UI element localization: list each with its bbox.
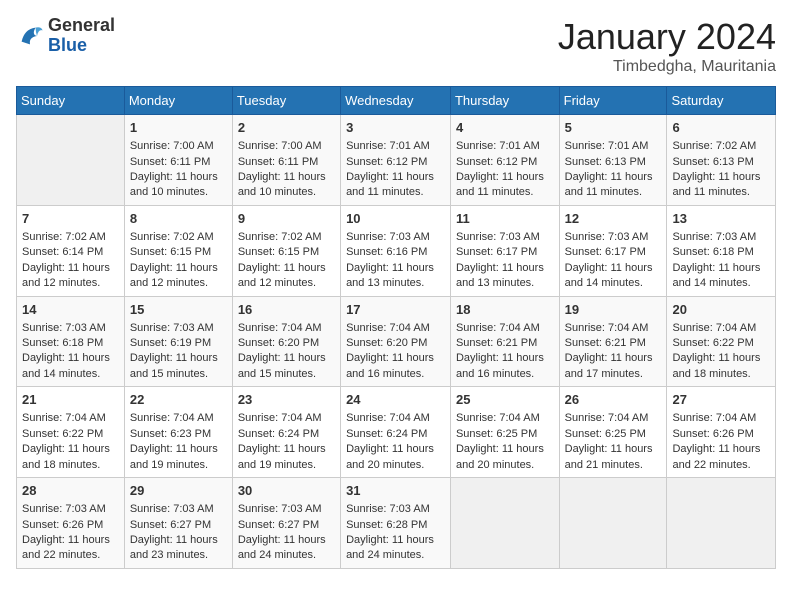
weekday-header: Saturday	[667, 87, 776, 115]
day-number: 25	[456, 391, 554, 409]
calendar-cell: 27Sunrise: 7:04 AMSunset: 6:26 PMDayligh…	[667, 387, 776, 478]
calendar-cell: 7Sunrise: 7:02 AMSunset: 6:14 PMDaylight…	[17, 205, 125, 296]
calendar-cell: 23Sunrise: 7:04 AMSunset: 6:24 PMDayligh…	[232, 387, 340, 478]
weekday-header: Wednesday	[341, 87, 451, 115]
day-number: 24	[346, 391, 445, 409]
weekday-header: Friday	[559, 87, 667, 115]
calendar-week-row: 1Sunrise: 7:00 AMSunset: 6:11 PMDaylight…	[17, 115, 776, 206]
calendar-cell	[17, 115, 125, 206]
calendar-cell: 5Sunrise: 7:01 AMSunset: 6:13 PMDaylight…	[559, 115, 667, 206]
calendar-cell: 14Sunrise: 7:03 AMSunset: 6:18 PMDayligh…	[17, 296, 125, 387]
calendar-cell: 12Sunrise: 7:03 AMSunset: 6:17 PMDayligh…	[559, 205, 667, 296]
day-number: 19	[565, 301, 662, 319]
title-block: January 2024 Timbedgha, Mauritania	[558, 16, 776, 76]
day-number: 16	[238, 301, 335, 319]
month-title: January 2024	[558, 16, 776, 58]
calendar-cell: 6Sunrise: 7:02 AMSunset: 6:13 PMDaylight…	[667, 115, 776, 206]
calendar-header-row: SundayMondayTuesdayWednesdayThursdayFrid…	[17, 87, 776, 115]
weekday-header: Monday	[124, 87, 232, 115]
calendar-cell: 24Sunrise: 7:04 AMSunset: 6:24 PMDayligh…	[341, 387, 451, 478]
calendar-cell: 16Sunrise: 7:04 AMSunset: 6:20 PMDayligh…	[232, 296, 340, 387]
day-number: 28	[22, 482, 119, 500]
calendar-table: SundayMondayTuesdayWednesdayThursdayFrid…	[16, 86, 776, 569]
calendar-week-row: 14Sunrise: 7:03 AMSunset: 6:18 PMDayligh…	[17, 296, 776, 387]
logo-bird-icon	[16, 22, 44, 50]
logo-blue: Blue	[48, 35, 87, 55]
calendar-week-row: 7Sunrise: 7:02 AMSunset: 6:14 PMDaylight…	[17, 205, 776, 296]
calendar-cell: 30Sunrise: 7:03 AMSunset: 6:27 PMDayligh…	[232, 478, 340, 569]
calendar-cell: 13Sunrise: 7:03 AMSunset: 6:18 PMDayligh…	[667, 205, 776, 296]
day-number: 27	[672, 391, 770, 409]
day-number: 7	[22, 210, 119, 228]
day-number: 30	[238, 482, 335, 500]
day-number: 8	[130, 210, 227, 228]
day-number: 29	[130, 482, 227, 500]
calendar-cell: 18Sunrise: 7:04 AMSunset: 6:21 PMDayligh…	[450, 296, 559, 387]
logo-text: General Blue	[48, 16, 115, 56]
logo-general: General	[48, 15, 115, 35]
calendar-cell: 31Sunrise: 7:03 AMSunset: 6:28 PMDayligh…	[341, 478, 451, 569]
day-number: 20	[672, 301, 770, 319]
day-number: 26	[565, 391, 662, 409]
calendar-cell: 3Sunrise: 7:01 AMSunset: 6:12 PMDaylight…	[341, 115, 451, 206]
calendar-cell: 25Sunrise: 7:04 AMSunset: 6:25 PMDayligh…	[450, 387, 559, 478]
day-number: 23	[238, 391, 335, 409]
calendar-cell: 17Sunrise: 7:04 AMSunset: 6:20 PMDayligh…	[341, 296, 451, 387]
calendar-cell: 9Sunrise: 7:02 AMSunset: 6:15 PMDaylight…	[232, 205, 340, 296]
day-number: 6	[672, 119, 770, 137]
calendar-cell	[667, 478, 776, 569]
day-number: 17	[346, 301, 445, 319]
calendar-week-row: 28Sunrise: 7:03 AMSunset: 6:26 PMDayligh…	[17, 478, 776, 569]
calendar-body: 1Sunrise: 7:00 AMSunset: 6:11 PMDaylight…	[17, 115, 776, 569]
day-number: 13	[672, 210, 770, 228]
logo: General Blue	[16, 16, 115, 56]
calendar-cell	[450, 478, 559, 569]
calendar-cell: 1Sunrise: 7:00 AMSunset: 6:11 PMDaylight…	[124, 115, 232, 206]
calendar-cell: 22Sunrise: 7:04 AMSunset: 6:23 PMDayligh…	[124, 387, 232, 478]
weekday-header: Thursday	[450, 87, 559, 115]
location-title: Timbedgha, Mauritania	[558, 58, 776, 76]
calendar-cell: 20Sunrise: 7:04 AMSunset: 6:22 PMDayligh…	[667, 296, 776, 387]
calendar-cell: 4Sunrise: 7:01 AMSunset: 6:12 PMDaylight…	[450, 115, 559, 206]
calendar-cell	[559, 478, 667, 569]
day-number: 5	[565, 119, 662, 137]
day-number: 21	[22, 391, 119, 409]
calendar-cell: 15Sunrise: 7:03 AMSunset: 6:19 PMDayligh…	[124, 296, 232, 387]
day-number: 15	[130, 301, 227, 319]
weekday-header: Sunday	[17, 87, 125, 115]
day-number: 1	[130, 119, 227, 137]
day-number: 14	[22, 301, 119, 319]
calendar-cell: 29Sunrise: 7:03 AMSunset: 6:27 PMDayligh…	[124, 478, 232, 569]
day-number: 11	[456, 210, 554, 228]
day-number: 10	[346, 210, 445, 228]
day-number: 3	[346, 119, 445, 137]
calendar-cell: 2Sunrise: 7:00 AMSunset: 6:11 PMDaylight…	[232, 115, 340, 206]
calendar-cell: 19Sunrise: 7:04 AMSunset: 6:21 PMDayligh…	[559, 296, 667, 387]
calendar-cell: 11Sunrise: 7:03 AMSunset: 6:17 PMDayligh…	[450, 205, 559, 296]
day-number: 31	[346, 482, 445, 500]
weekday-header: Tuesday	[232, 87, 340, 115]
day-number: 18	[456, 301, 554, 319]
calendar-week-row: 21Sunrise: 7:04 AMSunset: 6:22 PMDayligh…	[17, 387, 776, 478]
calendar-cell: 26Sunrise: 7:04 AMSunset: 6:25 PMDayligh…	[559, 387, 667, 478]
day-number: 4	[456, 119, 554, 137]
calendar-cell: 10Sunrise: 7:03 AMSunset: 6:16 PMDayligh…	[341, 205, 451, 296]
page-header: General Blue January 2024 Timbedgha, Mau…	[16, 16, 776, 76]
calendar-cell: 28Sunrise: 7:03 AMSunset: 6:26 PMDayligh…	[17, 478, 125, 569]
calendar-cell: 8Sunrise: 7:02 AMSunset: 6:15 PMDaylight…	[124, 205, 232, 296]
day-number: 22	[130, 391, 227, 409]
calendar-cell: 21Sunrise: 7:04 AMSunset: 6:22 PMDayligh…	[17, 387, 125, 478]
day-number: 12	[565, 210, 662, 228]
day-number: 2	[238, 119, 335, 137]
day-number: 9	[238, 210, 335, 228]
